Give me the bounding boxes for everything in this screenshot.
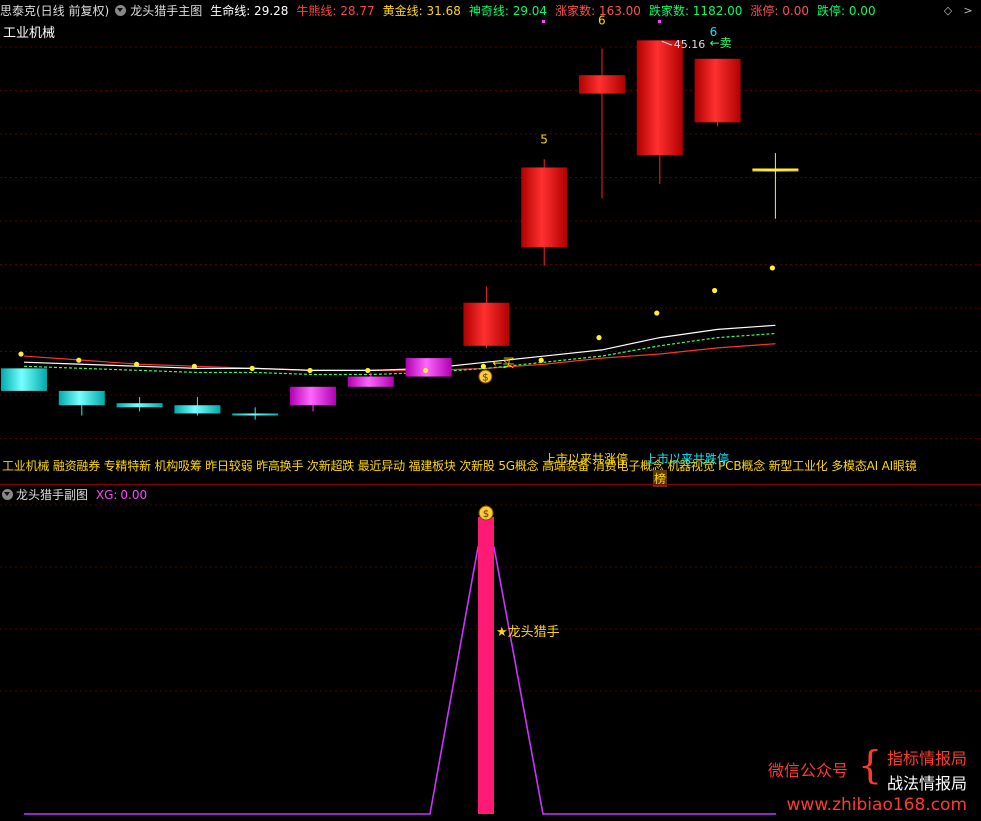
candle-body	[463, 302, 510, 346]
top-marker	[658, 20, 661, 23]
candle-body	[636, 40, 683, 156]
golden-dot	[18, 351, 24, 357]
candle-body	[58, 390, 105, 406]
moving-average-lines	[23, 324, 776, 376]
golden-dot	[769, 265, 776, 271]
sell-mark: ←卖	[710, 36, 732, 50]
concept-tags: 工业机械 融资融券 专精特新 机构吸筹 昨日较弱 昨高换手 次新超跌 最近异动 …	[2, 459, 917, 473]
golden-dot	[712, 287, 718, 294]
golden-dot	[654, 310, 660, 316]
candle-body	[174, 405, 221, 414]
xg-signal-bar	[478, 517, 494, 814]
candle-body	[405, 358, 452, 377]
candle-body	[116, 403, 163, 408]
watermark-url: www.zhibiao168.com	[786, 795, 967, 815]
golden-dot	[538, 357, 544, 363]
watermark-line1: 指标情报局	[886, 749, 967, 768]
top-marker	[542, 20, 545, 23]
count-label-5: 5	[540, 132, 548, 146]
candle-body	[521, 167, 568, 248]
xg-signal-line	[24, 546, 776, 815]
golden-dot	[480, 363, 486, 369]
golden-dot	[249, 365, 255, 371]
svg-text:$: $	[482, 373, 488, 384]
buy-money-bag-icon: $	[478, 369, 493, 384]
candle-body	[347, 376, 394, 387]
limit-up-note: 上市以来共涨停	[544, 452, 629, 466]
golden-dot	[307, 367, 313, 374]
high-price-label: 45.16	[674, 38, 706, 51]
money-bag-icon: $	[478, 505, 494, 521]
candle-body	[1, 368, 47, 391]
golden-dot	[365, 367, 371, 374]
golden-dot	[596, 335, 602, 341]
golden-dot	[76, 357, 82, 363]
limit-down-note: 上市以来共跌停	[645, 452, 730, 466]
candle-body	[579, 75, 625, 94]
candle-body	[694, 58, 741, 123]
golden-dot	[134, 361, 140, 367]
watermark-wechat: 微信公众号	[768, 761, 849, 780]
count-label-6: 6	[598, 14, 606, 28]
golden-dot	[423, 367, 429, 374]
signal-label: ★龙头猎手	[496, 625, 560, 640]
svg-text:$: $	[483, 509, 489, 520]
golden-dot	[191, 363, 197, 369]
candle-body	[290, 386, 336, 406]
golden-dot-series	[18, 265, 776, 374]
main-chart[interactable]: 566←卖45.16←买$	[0, 0, 981, 485]
watermark-line2: 战法情报局	[886, 774, 967, 793]
watermark-brace: {	[858, 743, 883, 787]
candle-body	[232, 413, 279, 416]
buy-mark: ←买	[492, 356, 514, 370]
